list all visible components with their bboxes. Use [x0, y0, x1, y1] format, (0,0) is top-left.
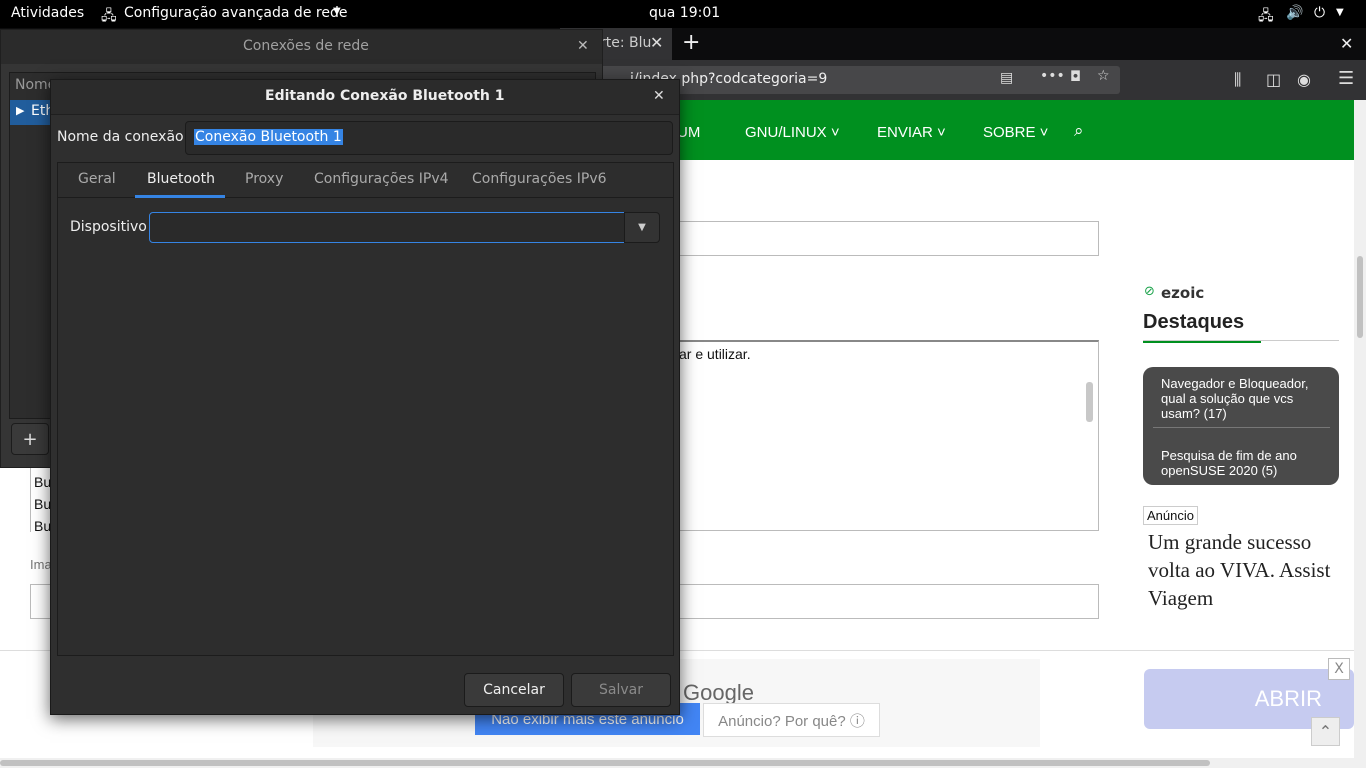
more-actions-icon[interactable]: •••	[1040, 68, 1065, 84]
destaque-item[interactable]: Pesquisa de fim de ano openSUSE 2020 (5)	[1161, 448, 1326, 478]
nav-item[interactable]: UM	[677, 124, 700, 141]
textarea-text: ar e utilizar.	[679, 346, 751, 362]
network-icon[interactable]: 🖧	[1258, 5, 1274, 29]
list-item[interactable]: Bu	[34, 496, 51, 512]
scroll-top-icon[interactable]: ⌃	[1311, 717, 1340, 746]
edit-connection-dialog: Editando Conexão Bluetooth 1 ✕ Nome da c…	[50, 79, 680, 715]
text-input[interactable]	[30, 584, 52, 619]
dialog-titlebar: Editando Conexão Bluetooth 1 ✕	[51, 80, 679, 115]
device-combo-entry[interactable]	[149, 212, 625, 243]
active-tab-indicator	[135, 195, 225, 198]
ad-close-button[interactable]: X	[1328, 658, 1350, 680]
scrollbar-thumb[interactable]	[1357, 256, 1363, 338]
chevron-down-icon[interactable]: ▼	[1336, 7, 1344, 18]
window-titlebar: Conexões de rede ✕	[1, 30, 602, 64]
tab-ipv4[interactable]: Configurações IPv4	[314, 171, 449, 187]
connection-name-value: Conexão Bluetooth 1	[194, 129, 343, 145]
ezoic-logo: ezoic	[1161, 284, 1205, 302]
tab-proxy[interactable]: Proxy	[245, 171, 283, 187]
pocket-icon[interactable]: ◘	[1070, 69, 1081, 85]
window-title: Conexões de rede	[243, 38, 369, 54]
ezoic-check-icon: ⊘	[1144, 284, 1155, 299]
list-item[interactable]: Bu	[34, 518, 51, 534]
scrollbar-thumb[interactable]	[0, 760, 1210, 766]
why-ad-button[interactable]: Anúncio? Por quê? ⓘ	[703, 703, 880, 737]
page-scrollbar-horizontal[interactable]	[0, 758, 1366, 768]
tab-ipv6[interactable]: Configurações IPv6	[472, 171, 607, 187]
expand-arrow-icon[interactable]: ▶	[16, 104, 24, 117]
activities-button[interactable]: Atividades	[11, 5, 84, 21]
tab-title: rte: Blu	[600, 35, 652, 51]
tab-bluetooth[interactable]: Bluetooth	[147, 171, 215, 187]
add-connection-button[interactable]: +	[11, 423, 49, 455]
close-tab-icon[interactable]: ✕	[650, 33, 663, 52]
close-icon[interactable]: ✕	[577, 38, 589, 54]
device-label: Dispositivo	[70, 219, 147, 235]
destaques-title: Destaques	[1143, 311, 1245, 333]
bookmark-star-icon[interactable]: ☆	[1097, 68, 1110, 84]
app-menu-icon[interactable]: 🖧	[101, 5, 117, 29]
destaques-list: Navegador e Bloqueador, qual a solução q…	[1143, 367, 1339, 485]
anuncio-label: Anúncio	[1143, 506, 1198, 525]
save-button[interactable]: Salvar	[571, 673, 671, 707]
page-scrollbar-vertical[interactable]	[1354, 100, 1366, 758]
reader-view-icon[interactable]: ▤	[1000, 70, 1013, 86]
textarea-scrollbar[interactable]	[1086, 382, 1093, 422]
dialog-title: Editando Conexão Bluetooth 1	[265, 88, 505, 104]
library-icon[interactable]: ⫼	[1234, 70, 1241, 90]
chevron-down-icon[interactable]: ▼	[624, 212, 660, 243]
divider	[1143, 340, 1339, 341]
gnome-top-bar: Atividades 🖧 Configuração avançada de re…	[0, 0, 1366, 28]
volume-icon[interactable]: 🔊	[1286, 5, 1303, 21]
account-icon[interactable]: ◉	[1297, 70, 1311, 89]
sidebar-icon[interactable]: ◫	[1266, 70, 1281, 89]
connection-name-input[interactable]: Conexão Bluetooth 1	[185, 121, 673, 155]
new-tab-icon[interactable]: +	[682, 30, 700, 55]
destaque-item[interactable]: Navegador e Bloqueador, qual a solução q…	[1161, 376, 1326, 421]
ad-text[interactable]: Um grande sucesso volta ao VIVA. Assist …	[1148, 528, 1354, 612]
field-label: Ima	[30, 557, 52, 572]
clock[interactable]: qua 19:01	[649, 5, 720, 21]
tab-geral[interactable]: Geral	[78, 171, 116, 187]
chevron-down-icon[interactable]: ▼	[333, 6, 341, 17]
nav-item-gnu-linux[interactable]: GNU/LINUX ˅	[745, 124, 840, 141]
cancel-button[interactable]: Cancelar	[464, 673, 564, 707]
nav-item-sobre[interactable]: SOBRE ˅	[983, 124, 1048, 141]
divider	[1153, 427, 1330, 428]
menu-icon[interactable]: ☰	[1338, 68, 1354, 89]
search-icon[interactable]: ⌕	[1074, 121, 1084, 141]
nav-item-enviar[interactable]: ENVIAR ˅	[877, 124, 946, 141]
list-item[interactable]: Bu	[34, 474, 51, 490]
power-icon[interactable]: ⏻	[1314, 5, 1325, 21]
close-window-icon[interactable]: ✕	[1340, 34, 1353, 53]
close-icon[interactable]: ✕	[653, 88, 665, 104]
connection-name-label: Nome da conexão	[57, 129, 184, 145]
app-menu[interactable]: Configuração avançada de rede	[124, 5, 347, 21]
